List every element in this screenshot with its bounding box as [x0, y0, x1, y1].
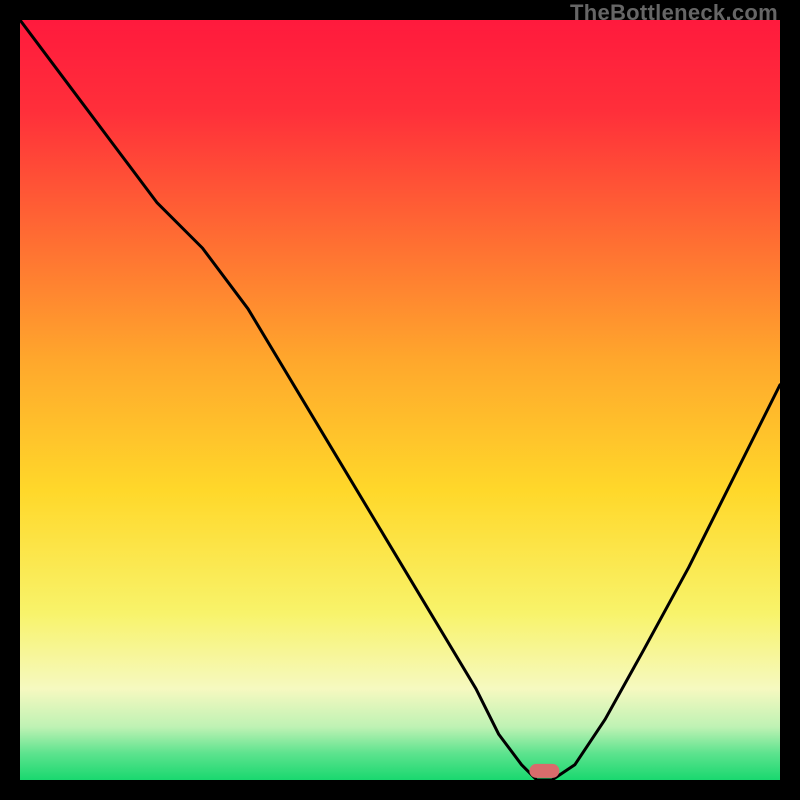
optimal-marker: [529, 764, 559, 778]
chart-svg: [20, 20, 780, 780]
plot-area: [20, 20, 780, 780]
outer-black-frame: TheBottleneck.com: [0, 0, 800, 800]
watermark-text: TheBottleneck.com: [570, 0, 778, 26]
gradient-background: [20, 20, 780, 780]
